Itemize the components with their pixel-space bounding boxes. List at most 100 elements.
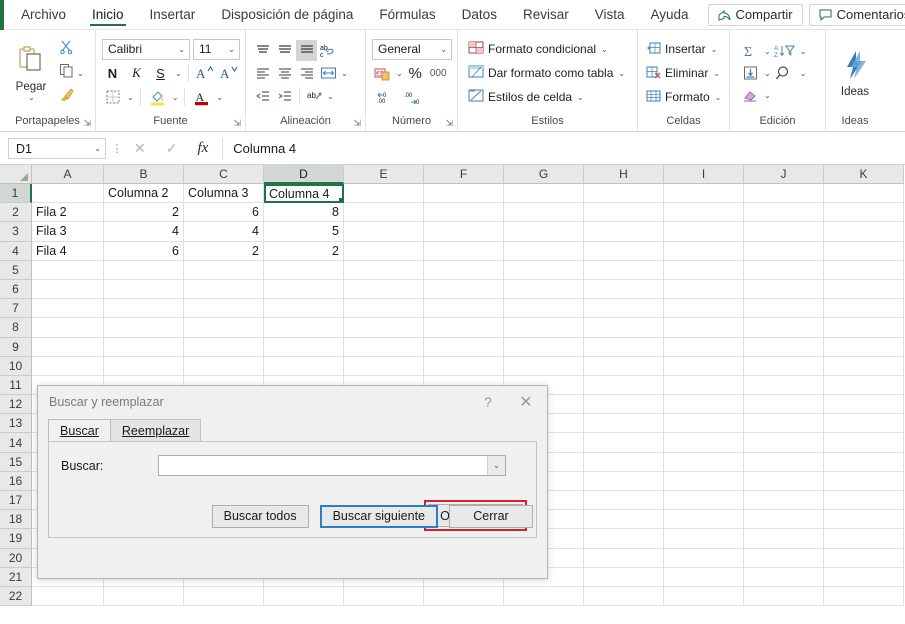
cell-k20[interactable] [824, 549, 904, 568]
cell-k4[interactable] [824, 242, 904, 261]
cell-i8[interactable] [664, 318, 744, 337]
cell-i1[interactable] [664, 184, 744, 203]
italic-button[interactable]: K [126, 63, 147, 84]
cell-g3[interactable] [504, 222, 584, 241]
column-header-h[interactable]: H [584, 165, 664, 184]
cell-d7[interactable] [264, 299, 344, 318]
search-input[interactable]: ⌄ [158, 455, 506, 476]
cell-j7[interactable] [744, 299, 824, 318]
cell-d6[interactable] [264, 280, 344, 299]
cell-g10[interactable] [504, 357, 584, 376]
cell-e22[interactable] [344, 587, 424, 606]
increase-indent-button[interactable] [274, 86, 295, 107]
cell-h1[interactable] [584, 184, 664, 203]
row-header-15[interactable]: 15 [0, 453, 32, 472]
cell-j10[interactable] [744, 357, 824, 376]
clear-button[interactable] [740, 85, 761, 106]
cell-b22[interactable] [104, 587, 184, 606]
cell-f9[interactable] [424, 338, 504, 357]
currency-chevron-down-icon[interactable]: ⌄ [395, 69, 403, 78]
cell-k16[interactable] [824, 472, 904, 491]
increase-font-size-button[interactable]: A [195, 63, 216, 84]
align-center-button[interactable] [274, 63, 295, 84]
underline-button[interactable]: S [150, 63, 171, 84]
fill-chevron-down-icon[interactable]: ⌄ [763, 69, 771, 78]
row-header-18[interactable]: 18 [0, 510, 32, 529]
column-header-a[interactable]: A [32, 165, 104, 184]
font-name-chevron-down-icon[interactable]: ⌄ [177, 45, 185, 54]
delete-cells-button[interactable]: Eliminar ⌄ [646, 61, 720, 85]
cell-a6[interactable] [32, 280, 104, 299]
cell-g5[interactable] [504, 261, 584, 280]
cell-i22[interactable] [664, 587, 744, 606]
cell-h16[interactable] [584, 472, 664, 491]
cell-k2[interactable] [824, 203, 904, 222]
dialog-title-bar[interactable]: Buscar y reemplazar ? ✕ [38, 386, 547, 418]
cell-c6[interactable] [184, 280, 264, 299]
row-header-13[interactable]: 13 [0, 414, 32, 433]
cell-i20[interactable] [664, 549, 744, 568]
cell-j12[interactable] [744, 395, 824, 414]
dialog-tab-buscar[interactable]: Buscar [48, 419, 111, 441]
cell-a2[interactable]: Fila 2 [32, 203, 104, 222]
cell-h5[interactable] [584, 261, 664, 280]
ribbon-tab-ayuda[interactable]: Ayuda [638, 0, 702, 29]
percent-format-button[interactable]: % [405, 63, 426, 84]
cell-d10[interactable] [264, 357, 344, 376]
comments-button[interactable]: Comentarios [809, 4, 905, 26]
cell-h10[interactable] [584, 357, 664, 376]
cell-e6[interactable] [344, 280, 424, 299]
dialog-tab-reemplazar[interactable]: Reemplazar [110, 419, 201, 441]
cell-h3[interactable] [584, 222, 664, 241]
cell-k12[interactable] [824, 395, 904, 414]
sort-filter-chevron-down-icon[interactable]: ⌄ [799, 47, 807, 56]
insert-cells-chevron-down-icon[interactable]: ⌄ [710, 45, 718, 54]
cell-i9[interactable] [664, 338, 744, 357]
cell-i10[interactable] [664, 357, 744, 376]
cell-i18[interactable] [664, 510, 744, 529]
cell-d1[interactable]: Columna 4 [264, 184, 344, 203]
column-header-j[interactable]: J [744, 165, 824, 184]
cell-i13[interactable] [664, 414, 744, 433]
cell-i16[interactable] [664, 472, 744, 491]
merge-chevron-down-icon[interactable]: ⌄ [340, 69, 348, 78]
cell-h21[interactable] [584, 568, 664, 587]
cell-j19[interactable] [744, 529, 824, 548]
ribbon-tab-datos[interactable]: Datos [449, 0, 510, 29]
cell-h8[interactable] [584, 318, 664, 337]
number-format-select[interactable]: General ⌄ [372, 39, 452, 60]
cell-j8[interactable] [744, 318, 824, 337]
help-icon[interactable]: ? [471, 387, 505, 417]
cell-g2[interactable] [504, 203, 584, 222]
cell-d4[interactable]: 2 [264, 242, 344, 261]
fill-color-button[interactable] [147, 87, 168, 108]
cell-e4[interactable] [344, 242, 424, 261]
cell-k3[interactable] [824, 222, 904, 241]
cell-j5[interactable] [744, 261, 824, 280]
cell-i19[interactable] [664, 529, 744, 548]
search-input-chevron-down-icon[interactable]: ⌄ [487, 456, 505, 475]
cell-i17[interactable] [664, 491, 744, 510]
row-header-8[interactable]: 8 [0, 318, 32, 337]
cell-h9[interactable] [584, 338, 664, 357]
cell-j17[interactable] [744, 491, 824, 510]
cell-k19[interactable] [824, 529, 904, 548]
format-cells-chevron-down-icon[interactable]: ⌄ [714, 93, 722, 102]
cell-h7[interactable] [584, 299, 664, 318]
ideas-button[interactable]: Ideas [832, 49, 878, 98]
cell-k18[interactable] [824, 510, 904, 529]
cell-j15[interactable] [744, 453, 824, 472]
cell-f8[interactable] [424, 318, 504, 337]
cell-g7[interactable] [504, 299, 584, 318]
row-header-19[interactable]: 19 [0, 529, 32, 548]
cell-c5[interactable] [184, 261, 264, 280]
find-all-button[interactable]: Buscar todos [212, 505, 309, 528]
select-all-corner[interactable] [0, 165, 32, 184]
cut-button[interactable] [59, 39, 84, 59]
cell-i2[interactable] [664, 203, 744, 222]
cell-h17[interactable] [584, 491, 664, 510]
column-header-c[interactable]: C [184, 165, 264, 184]
cell-e10[interactable] [344, 357, 424, 376]
cell-i12[interactable] [664, 395, 744, 414]
cell-b5[interactable] [104, 261, 184, 280]
